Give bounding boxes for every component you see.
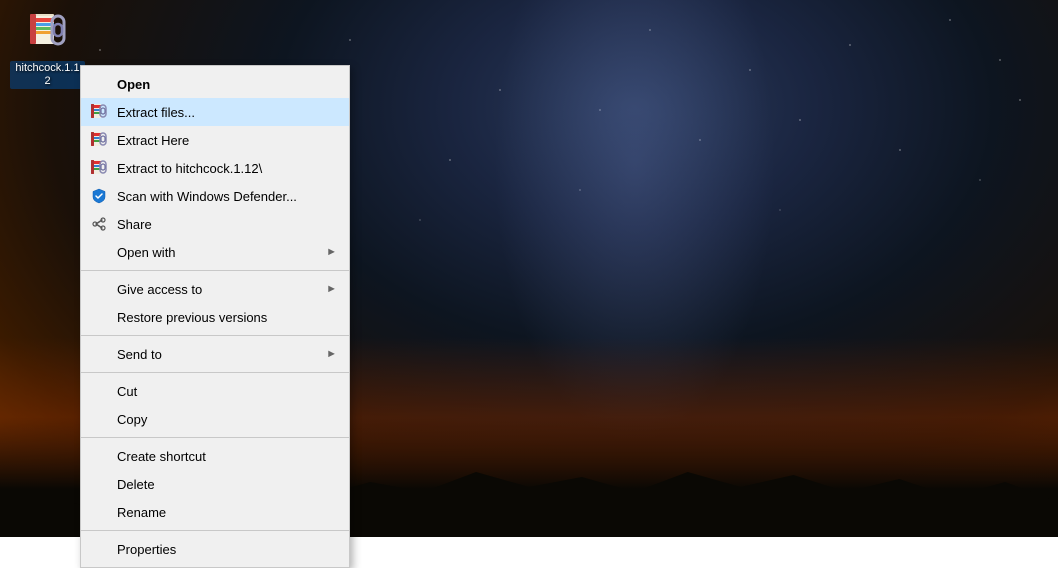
context-menu: Open Extract files... Extract Here Extra… [80, 65, 350, 568]
menu-item-give-access[interactable]: Give access to► [81, 275, 349, 303]
menu-item-rename[interactable]: Rename [81, 498, 349, 526]
menu-item-icon [89, 446, 109, 466]
menu-item-label: Copy [117, 412, 337, 427]
menu-item-label: Extract files... [117, 105, 337, 120]
submenu-arrow: ► [326, 348, 337, 360]
menu-item-cut[interactable]: Cut [81, 377, 349, 405]
submenu-arrow: ► [326, 283, 337, 295]
menu-item-label: Cut [117, 384, 337, 399]
menu-item-label: Create shortcut [117, 449, 337, 464]
menu-item-icon [89, 102, 109, 122]
menu-item-icon [89, 502, 109, 522]
menu-item-label: Scan with Windows Defender... [117, 189, 337, 204]
menu-item-label: Properties [117, 542, 337, 557]
menu-item-icon [89, 214, 109, 234]
menu-item-label: Share [117, 217, 337, 232]
menu-item-create-shortcut[interactable]: Create shortcut [81, 442, 349, 470]
menu-item-copy[interactable]: Copy [81, 405, 349, 433]
desktop-icon-label: hitchcock.1.1 2 [10, 61, 85, 89]
menu-separator [81, 270, 349, 271]
menu-item-label: Rename [117, 505, 337, 520]
menu-item-icon [89, 130, 109, 150]
menu-item-icon [89, 158, 109, 178]
menu-item-send-to[interactable]: Send to► [81, 340, 349, 368]
desktop-icon-hitchcock[interactable]: hitchcock.1.1 2 [10, 10, 85, 89]
winrar-icon [24, 10, 72, 58]
menu-item-open-with[interactable]: Open with► [81, 238, 349, 266]
menu-item-icon [89, 539, 109, 559]
submenu-arrow: ► [326, 246, 337, 258]
menu-item-label: Open with [117, 245, 326, 260]
menu-item-label: Open [117, 77, 337, 92]
menu-item-icon [89, 474, 109, 494]
menu-item-share[interactable]: Share [81, 210, 349, 238]
menu-separator [81, 530, 349, 531]
menu-item-icon [89, 279, 109, 299]
menu-item-extract-here[interactable]: Extract Here [81, 126, 349, 154]
menu-item-icon [89, 344, 109, 364]
menu-item-open[interactable]: Open [81, 70, 349, 98]
menu-item-scan-defender[interactable]: Scan with Windows Defender... [81, 182, 349, 210]
menu-item-label: Extract Here [117, 133, 337, 148]
menu-item-label: Give access to [117, 282, 326, 297]
menu-item-label: Extract to hitchcock.1.12\ [117, 161, 337, 176]
menu-item-icon [89, 409, 109, 429]
menu-item-delete[interactable]: Delete [81, 470, 349, 498]
menu-item-extract-files[interactable]: Extract files... [81, 98, 349, 126]
menu-item-label: Send to [117, 347, 326, 362]
menu-item-icon [89, 186, 109, 206]
menu-item-label: Delete [117, 477, 337, 492]
menu-separator [81, 372, 349, 373]
menu-separator [81, 335, 349, 336]
menu-separator [81, 437, 349, 438]
menu-item-icon [89, 307, 109, 327]
menu-item-extract-to[interactable]: Extract to hitchcock.1.12\ [81, 154, 349, 182]
menu-item-icon [89, 74, 109, 94]
menu-item-restore-versions[interactable]: Restore previous versions [81, 303, 349, 331]
menu-item-properties[interactable]: Properties [81, 535, 349, 563]
menu-item-label: Restore previous versions [117, 310, 337, 325]
menu-item-icon [89, 242, 109, 262]
menu-item-icon [89, 381, 109, 401]
